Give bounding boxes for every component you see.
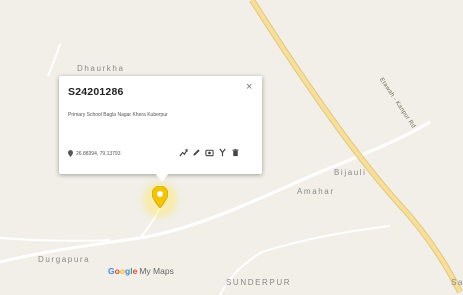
place-label: Dhaurkha bbox=[77, 64, 125, 73]
info-popup: S24201286 × Primary School Bagla Nagar K… bbox=[59, 76, 262, 182]
coordinates-row: 26.88394, 79.13793 bbox=[68, 150, 121, 157]
location-pin-icon bbox=[68, 150, 73, 157]
highway-road bbox=[249, 0, 463, 294]
coordinates-text: 26.88394, 79.13793 bbox=[76, 150, 121, 157]
popup-title: S24201286 bbox=[68, 86, 124, 98]
edit-icon[interactable] bbox=[191, 147, 201, 157]
place-label: Durgapura bbox=[38, 255, 91, 264]
place-label: Bijauli bbox=[334, 168, 367, 177]
place-label: Amahar bbox=[297, 187, 335, 196]
location-pin-icon[interactable] bbox=[151, 185, 169, 213]
minor-road bbox=[261, 225, 391, 253]
minor-road bbox=[219, 251, 263, 295]
route-icon[interactable] bbox=[178, 147, 188, 157]
close-icon[interactable]: × bbox=[246, 81, 252, 93]
minor-road bbox=[0, 237, 111, 242]
map-canvas[interactable]: Etawah - Kanpur Rd Dhaurkha Bijauli Amah… bbox=[0, 0, 463, 295]
place-label: Sa bbox=[451, 278, 463, 287]
place-label: SUNDERPUR bbox=[226, 278, 292, 287]
popup-toolbar bbox=[178, 147, 243, 157]
google-my-maps-logo: Google My Maps bbox=[108, 266, 174, 276]
camera-icon[interactable] bbox=[204, 147, 214, 157]
popup-pointer bbox=[155, 173, 169, 182]
popup-description: Primary School Bagla Nagar Khera Kuberpu… bbox=[68, 112, 168, 118]
style-icon[interactable] bbox=[217, 147, 227, 157]
delete-icon[interactable] bbox=[230, 147, 240, 157]
minor-road bbox=[47, 43, 61, 77]
